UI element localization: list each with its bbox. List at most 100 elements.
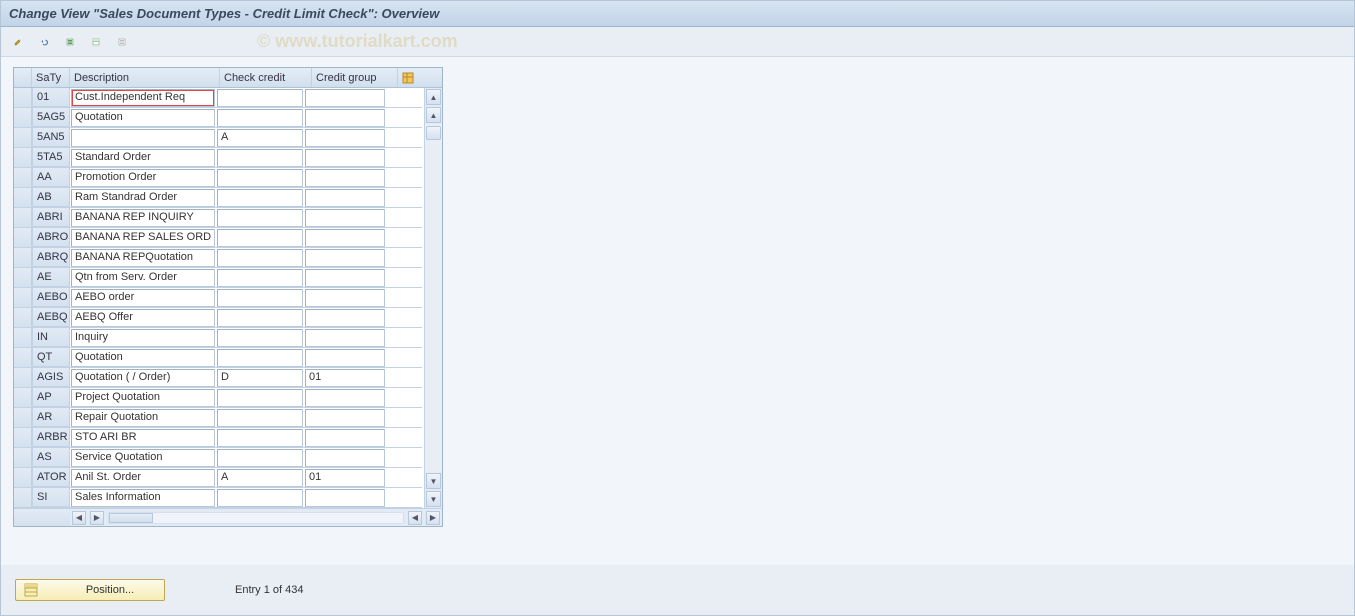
cell-credit-group[interactable] — [305, 149, 385, 167]
row-selector[interactable] — [14, 268, 32, 287]
column-header-credit-group[interactable]: Credit group — [312, 68, 398, 87]
cell-credit-group[interactable] — [305, 309, 385, 327]
row-selector[interactable] — [14, 408, 32, 427]
cell-saty[interactable]: ABRO — [32, 228, 70, 247]
cell-check-credit[interactable] — [217, 329, 303, 347]
row-selector[interactable] — [14, 488, 32, 507]
cell-check-credit[interactable] — [217, 489, 303, 507]
cell-description[interactable]: Standard Order — [71, 149, 215, 167]
cell-saty[interactable]: 01 — [32, 88, 70, 107]
cell-credit-group[interactable] — [305, 129, 385, 147]
cell-saty[interactable]: QT — [32, 348, 70, 367]
cell-check-credit[interactable]: A — [217, 469, 303, 487]
horizontal-scrollbar[interactable]: ◀ ▶ ◀ ▶ — [14, 508, 442, 526]
column-configurator-button[interactable] — [398, 68, 418, 87]
cell-credit-group[interactable] — [305, 209, 385, 227]
cell-credit-group[interactable] — [305, 349, 385, 367]
row-selector[interactable] — [14, 168, 32, 187]
row-selector[interactable] — [14, 288, 32, 307]
cell-description[interactable]: Ram Standrad Order — [71, 189, 215, 207]
row-selector[interactable] — [14, 108, 32, 127]
cell-saty[interactable]: AB — [32, 188, 70, 207]
cell-saty[interactable]: IN — [32, 328, 70, 347]
cell-description[interactable]: Quotation — [71, 349, 215, 367]
cell-check-credit[interactable] — [217, 249, 303, 267]
deselect-all-button[interactable] — [111, 31, 133, 53]
cell-credit-group[interactable] — [305, 289, 385, 307]
hscroll-track[interactable] — [108, 512, 404, 524]
scroll-down-button[interactable]: ▼ — [426, 491, 441, 507]
cell-credit-group[interactable] — [305, 489, 385, 507]
cell-credit-group[interactable] — [305, 189, 385, 207]
cell-saty[interactable]: 5AG5 — [32, 108, 70, 127]
cell-credit-group[interactable] — [305, 229, 385, 247]
cell-credit-group[interactable] — [305, 329, 385, 347]
cell-description[interactable]: Project Quotation — [71, 389, 215, 407]
cell-description[interactable]: Repair Quotation — [71, 409, 215, 427]
cell-check-credit[interactable]: D — [217, 369, 303, 387]
cell-saty[interactable]: AA — [32, 168, 70, 187]
row-selector[interactable] — [14, 148, 32, 167]
row-selector[interactable] — [14, 348, 32, 367]
cell-check-credit[interactable] — [217, 229, 303, 247]
row-selector[interactable] — [14, 88, 32, 107]
cell-check-credit[interactable] — [217, 209, 303, 227]
row-selector[interactable] — [14, 388, 32, 407]
cell-check-credit[interactable]: A — [217, 129, 303, 147]
row-selector[interactable] — [14, 368, 32, 387]
row-selector[interactable] — [14, 128, 32, 147]
cell-check-credit[interactable] — [217, 409, 303, 427]
cell-check-credit[interactable] — [217, 89, 303, 107]
cell-credit-group[interactable]: 01 — [305, 369, 385, 387]
cell-saty[interactable]: 5AN5 — [32, 128, 70, 147]
cell-saty[interactable]: ARBR — [32, 428, 70, 447]
cell-saty[interactable]: 5TA5 — [32, 148, 70, 167]
cell-saty[interactable]: AEBO — [32, 288, 70, 307]
cell-description[interactable]: Sales Information — [71, 489, 215, 507]
cell-check-credit[interactable] — [217, 269, 303, 287]
cell-saty[interactable]: ATOR — [32, 468, 70, 487]
cell-saty[interactable]: ABRQ — [32, 248, 70, 267]
cell-credit-group[interactable] — [305, 269, 385, 287]
cell-description[interactable]: Qtn from Serv. Order — [71, 269, 215, 287]
cell-description[interactable]: BANANA REPQuotation — [71, 249, 215, 267]
hscroll-right-button[interactable]: ▶ — [90, 511, 104, 525]
cell-saty[interactable]: AR — [32, 408, 70, 427]
cell-saty[interactable]: SI — [32, 488, 70, 507]
cell-saty[interactable]: AEBQ — [32, 308, 70, 327]
row-selector[interactable] — [14, 208, 32, 227]
row-selector[interactable] — [14, 428, 32, 447]
hscroll-left-button[interactable]: ◀ — [72, 511, 86, 525]
cell-check-credit[interactable] — [217, 309, 303, 327]
cell-description[interactable] — [71, 129, 215, 147]
cell-credit-group[interactable] — [305, 169, 385, 187]
cell-credit-group[interactable] — [305, 109, 385, 127]
hscroll-left-end-button[interactable]: ◀ — [408, 511, 422, 525]
undo-button[interactable] — [33, 31, 55, 53]
row-selector[interactable] — [14, 468, 32, 487]
cell-description[interactable]: STO ARI BR — [71, 429, 215, 447]
cell-saty[interactable]: AGIS — [32, 368, 70, 387]
cell-credit-group[interactable] — [305, 449, 385, 467]
select-all-button[interactable] — [59, 31, 81, 53]
cell-check-credit[interactable] — [217, 109, 303, 127]
column-header-check-credit[interactable]: Check credit — [220, 68, 312, 87]
position-button[interactable]: Position... — [15, 579, 165, 601]
cell-credit-group[interactable]: 01 — [305, 469, 385, 487]
cell-description[interactable]: Quotation ( / Order) — [71, 369, 215, 387]
change-display-button[interactable] — [7, 31, 29, 53]
cell-description[interactable]: Inquiry — [71, 329, 215, 347]
cell-saty[interactable]: AP — [32, 388, 70, 407]
cell-description[interactable]: Anil St. Order — [71, 469, 215, 487]
cell-description[interactable]: Promotion Order — [71, 169, 215, 187]
cell-description[interactable]: BANANA REP INQUIRY — [71, 209, 215, 227]
cell-credit-group[interactable] — [305, 389, 385, 407]
cell-description[interactable]: Quotation — [71, 109, 215, 127]
cell-check-credit[interactable] — [217, 429, 303, 447]
hscroll-right-end-button[interactable]: ▶ — [426, 511, 440, 525]
cell-check-credit[interactable] — [217, 189, 303, 207]
scroll-track[interactable] — [425, 124, 442, 472]
cell-saty[interactable]: AE — [32, 268, 70, 287]
column-header-description[interactable]: Description — [70, 68, 220, 87]
cell-check-credit[interactable] — [217, 389, 303, 407]
